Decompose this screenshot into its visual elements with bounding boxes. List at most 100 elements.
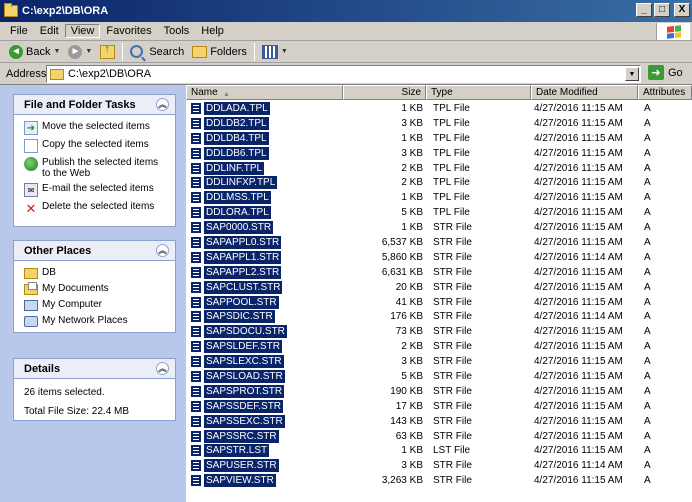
- file-row[interactable]: DDLORA.TPL 5 KB TPL File 4/27/2016 11:15 AM…: [186, 205, 692, 220]
- file-size: 20 KB: [395, 281, 423, 293]
- task-move[interactable]: ➜ Move the selected items: [24, 121, 175, 135]
- file-row[interactable]: DDLDB2.TPL 3 KB TPL File 4/27/2016 11:15 AM…: [186, 116, 692, 131]
- file-name-cell: SAPAPPL1.STR: [186, 250, 342, 264]
- panel-header[interactable]: Details ︽: [14, 359, 175, 379]
- place-my-computer[interactable]: My Computer: [24, 299, 175, 311]
- file-row[interactable]: DDLDB4.TPL 1 KB TPL File 4/27/2016 11:15 AM…: [186, 131, 692, 146]
- task-email[interactable]: ✉ E-mail the selected items: [24, 183, 175, 197]
- collapse-chevron-icon[interactable]: ︽: [156, 244, 169, 257]
- file-row[interactable]: DDLINF.TPL 2 KB TPL File 4/27/2016 11:15 AM…: [186, 161, 692, 176]
- file-name: DDLINF.TPL: [204, 161, 265, 175]
- search-button[interactable]: Search: [126, 42, 188, 62]
- file-row[interactable]: SAPSSEXC.STR 143 KB STR File 4/27/2016 11:1…: [186, 414, 692, 429]
- close-button[interactable]: X: [674, 3, 690, 17]
- forward-button[interactable]: ► ▼: [64, 42, 96, 62]
- column-attributes[interactable]: Attributes: [638, 85, 692, 100]
- place-db[interactable]: DB: [24, 267, 175, 279]
- file-size: 1 KB: [401, 102, 423, 114]
- file-type: LST File: [433, 445, 471, 457]
- file-name-cell: SAPSLDEF.STR: [186, 340, 342, 354]
- file-row[interactable]: SAPAPPL1.STR 5,860 KB STR File 4/27/2016 11…: [186, 250, 692, 265]
- selected-count: 26 items selected.: [24, 387, 105, 398]
- file-row[interactable]: SAPPOOL.STR 41 KB STR File 4/27/2016 11:15 …: [186, 295, 692, 310]
- file-row[interactable]: DDLINFXP.TPL 2 KB TPL File 4/27/2016 11:15 …: [186, 175, 692, 190]
- task-delete[interactable]: ✕ Delete the selected items: [24, 201, 175, 215]
- address-value: C:\exp2\DB\ORA: [68, 68, 152, 80]
- address-dropdown-icon[interactable]: ▼: [625, 67, 639, 81]
- file-name: SAPSLDEF.STR: [204, 340, 282, 354]
- place-my-documents[interactable]: My Documents: [24, 282, 175, 295]
- place-my-network[interactable]: My Network Places: [24, 315, 175, 327]
- task-copy[interactable]: Copy the selected items: [24, 139, 175, 153]
- task-label: Publish the selected items to the Web: [42, 157, 159, 179]
- file-row[interactable]: SAPCLUST.STR 20 KB STR File 4/27/2016 11:15…: [186, 280, 692, 295]
- back-arrow-icon: ◄: [9, 44, 23, 59]
- folders-button[interactable]: Folders: [188, 42, 251, 62]
- file-row[interactable]: SAPVIEW.STR 3,263 KB STR File 4/27/2016 11:…: [186, 473, 692, 488]
- file-list[interactable]: Name ▲ Size Type Date Modified Attribute…: [186, 85, 692, 502]
- file-row[interactable]: DDLDB6.TPL 3 KB TPL File 4/27/2016 11:15 AM…: [186, 146, 692, 161]
- address-input[interactable]: C:\exp2\DB\ORA ▼: [46, 65, 641, 83]
- views-dropdown-icon[interactable]: ▼: [281, 48, 288, 55]
- file-type: STR File: [433, 266, 472, 278]
- file-date-modified: 4/27/2016 11:15 AM: [534, 281, 623, 293]
- file-row[interactable]: DDLMSS.TPL 1 KB TPL File 4/27/2016 11:15 AM…: [186, 190, 692, 205]
- menu-edit[interactable]: Edit: [34, 25, 65, 37]
- windows-logo-icon: [656, 23, 690, 40]
- back-dropdown-icon[interactable]: ▼: [53, 48, 60, 55]
- file-row[interactable]: SAPSSDEF.STR 17 KB STR File 4/27/2016 11:15…: [186, 399, 692, 414]
- file-row[interactable]: SAPUSER.STR 3 KB STR File 4/27/2016 11:14 A…: [186, 458, 692, 473]
- column-date-modified[interactable]: Date Modified: [531, 85, 638, 100]
- panel-header[interactable]: File and Folder Tasks ︽: [14, 95, 175, 115]
- file-attributes: A: [644, 326, 651, 338]
- file-name-cell: SAPSSEXC.STR: [186, 414, 342, 428]
- file-type: STR File: [433, 370, 472, 382]
- column-type[interactable]: Type: [426, 85, 531, 100]
- file-row[interactable]: SAPSDOCU.STR 73 KB STR File 4/27/2016 11:15…: [186, 324, 692, 339]
- forward-dropdown-icon[interactable]: ▼: [85, 48, 92, 55]
- file-row[interactable]: SAPAPPL0.STR 6,537 KB STR File 4/27/2016 11…: [186, 235, 692, 250]
- file-icon: [190, 340, 202, 354]
- file-attributes: A: [644, 475, 651, 487]
- file-icon: [190, 325, 202, 339]
- go-label: Go: [668, 66, 683, 79]
- file-row[interactable]: SAPSDIC.STR 176 KB STR File 4/27/2016 11:14…: [186, 309, 692, 324]
- forward-arrow-icon: ►: [68, 44, 83, 59]
- maximize-button[interactable]: □: [654, 3, 670, 17]
- go-button[interactable]: ➜ Go: [648, 65, 683, 80]
- collapse-chevron-icon[interactable]: ︽: [156, 98, 169, 111]
- menu-file[interactable]: File: [4, 25, 34, 37]
- file-row[interactable]: SAPSLEXC.STR 3 KB STR File 4/27/2016 11:15 …: [186, 354, 692, 369]
- menu-tools[interactable]: Tools: [158, 25, 196, 37]
- task-publish[interactable]: Publish the selected items to the Web: [24, 157, 175, 179]
- file-name: DDLDB6.TPL: [204, 146, 269, 160]
- file-row[interactable]: SAPSLOAD.STR 5 KB STR File 4/27/2016 11:15 …: [186, 369, 692, 384]
- back-button[interactable]: ◄ Back ▼: [5, 42, 64, 62]
- file-name-cell: DDLINFXP.TPL: [186, 176, 342, 190]
- panel-header[interactable]: Other Places ︽: [14, 241, 175, 261]
- column-size[interactable]: Size: [343, 85, 426, 100]
- file-date-modified: 4/27/2016 11:15 AM: [534, 222, 623, 234]
- file-row[interactable]: SAPSTR.LST 1 KB LST File 4/27/2016 11:15 AM…: [186, 443, 692, 458]
- file-row[interactable]: SAPSSRC.STR 63 KB STR File 4/27/2016 11:15 …: [186, 429, 692, 444]
- file-name-cell: SAPSDOCU.STR: [186, 325, 342, 339]
- column-name[interactable]: Name ▲: [186, 85, 343, 100]
- file-date-modified: 4/27/2016 11:15 AM: [534, 475, 623, 487]
- file-row[interactable]: DDLADA.TPL 1 KB TPL File 4/27/2016 11:15 AM…: [186, 101, 692, 116]
- up-folder-button[interactable]: [96, 42, 119, 62]
- collapse-chevron-icon[interactable]: ︽: [156, 362, 169, 375]
- menu-view[interactable]: View: [64, 24, 101, 38]
- menu-help[interactable]: Help: [195, 25, 230, 37]
- views-button[interactable]: ▼: [258, 42, 292, 62]
- file-row[interactable]: SAPAPPL2.STR 6,631 KB STR File 4/27/2016 11…: [186, 265, 692, 280]
- folders-icon: [192, 45, 208, 58]
- panel-title: File and Folder Tasks: [24, 98, 136, 111]
- minimize-button[interactable]: _: [636, 3, 652, 17]
- menu-favorites[interactable]: Favorites: [100, 25, 157, 37]
- file-name-cell: SAPSLOAD.STR: [186, 369, 342, 383]
- file-row[interactable]: SAPSPROT.STR 190 KB STR File 4/27/2016 11:1…: [186, 384, 692, 399]
- file-row[interactable]: SAP0000.STR 1 KB STR File 4/27/2016 11:15 A…: [186, 220, 692, 235]
- file-name: SAPSDIC.STR: [204, 310, 275, 324]
- file-row[interactable]: SAPSLDEF.STR 2 KB STR File 4/27/2016 11:15 …: [186, 339, 692, 354]
- title-bar[interactable]: C:\exp2\DB\ORA _ □ X: [0, 0, 692, 22]
